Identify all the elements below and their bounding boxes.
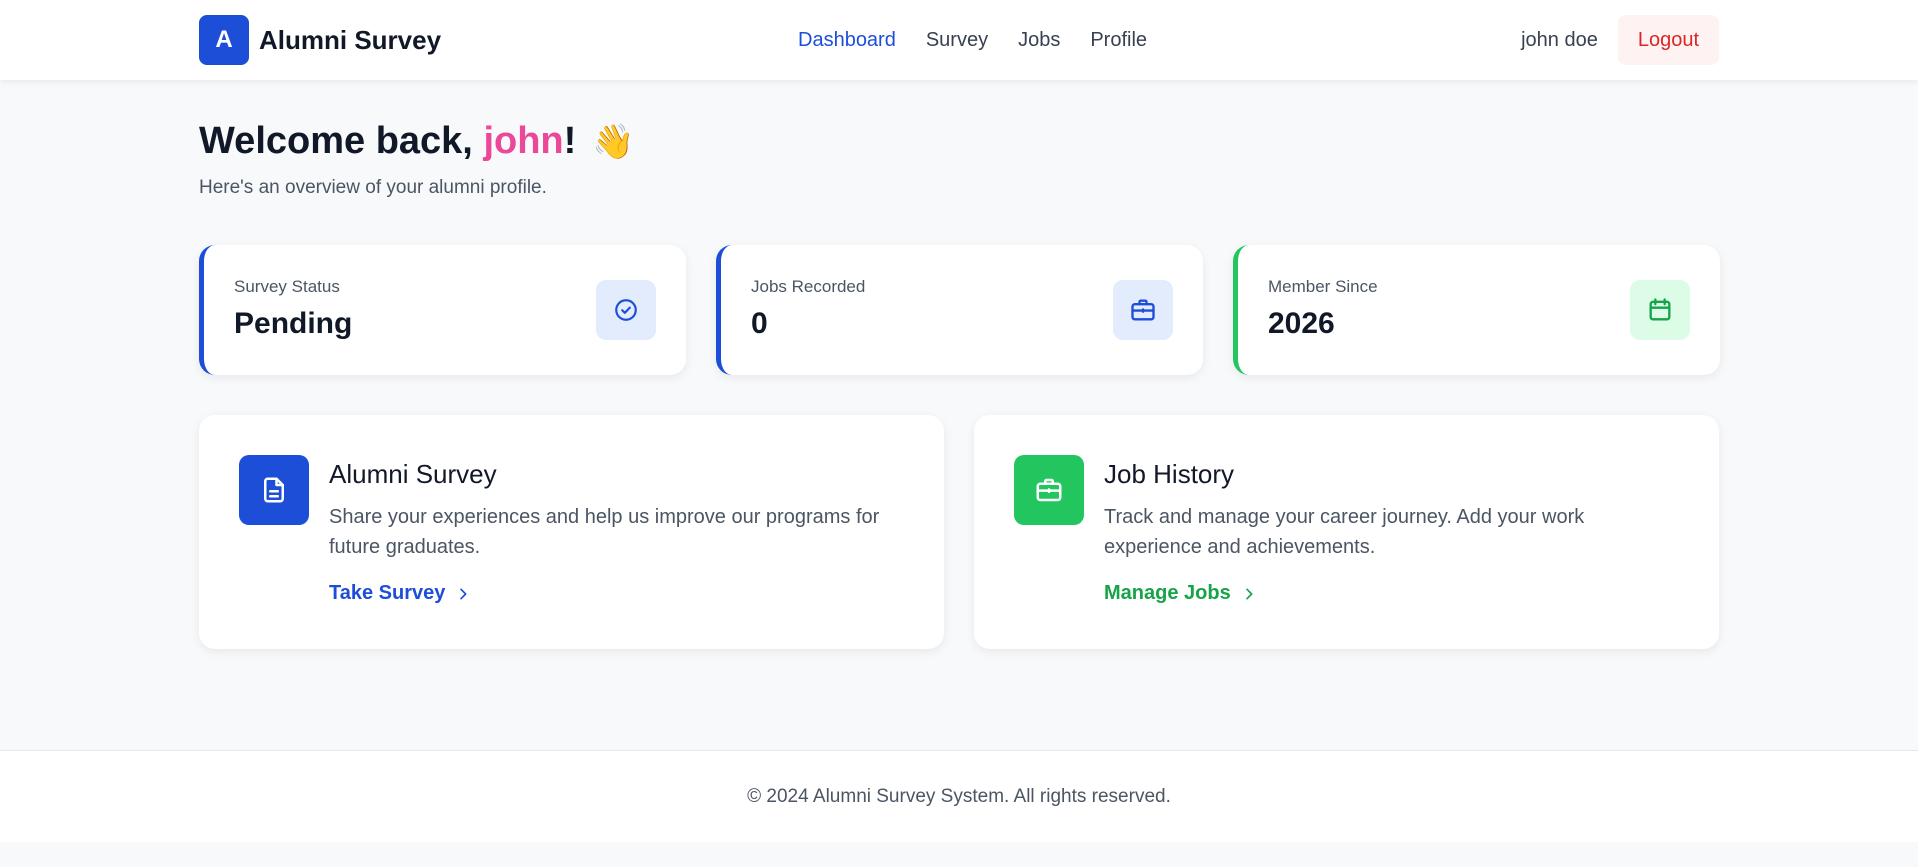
chevron-right-icon	[460, 588, 467, 599]
welcome-section: Welcome back, john! 👋 Here's an overview…	[199, 120, 635, 199]
footer-copyright: © 2024 Alumni Survey System. All rights …	[747, 785, 1171, 807]
job-history-card: Job History Track and manage your career…	[974, 415, 1719, 649]
main-nav: Dashboard Survey Jobs Profile	[798, 0, 1147, 80]
page-subtitle: Here's an overview of your alumni profil…	[199, 177, 547, 198]
link-label: Take Survey	[329, 582, 446, 604]
footer: © 2024 Alumni Survey System. All rights …	[0, 750, 1918, 842]
stat-card-survey-status: Survey Status Pending	[199, 245, 686, 375]
stat-card-member-since: Member Since 2026	[1233, 245, 1720, 375]
chevron-right-icon	[1245, 588, 1253, 599]
waving-hand-icon: 👋	[592, 122, 635, 161]
nav-dashboard[interactable]: Dashboard	[798, 29, 896, 52]
welcome-prefix: Welcome back,	[199, 120, 484, 162]
take-survey-link[interactable]: Take Survey	[329, 582, 471, 605]
link-label: Manage Jobs	[1104, 582, 1231, 604]
stats-row: Survey Status Pending Jobs Recorded 0 Me…	[199, 245, 1720, 375]
card-title: Job History	[1104, 459, 1235, 489]
manage-jobs-link[interactable]: Manage Jobs	[1104, 582, 1257, 605]
top-navbar: A Alumni Survey Dashboard Survey Jobs Pr…	[0, 0, 1918, 80]
briefcase-icon	[1014, 455, 1084, 525]
nav-jobs[interactable]: Jobs	[1018, 29, 1060, 52]
brand-name: Alumni Survey	[259, 24, 442, 55]
user-name: john doe	[1521, 28, 1598, 51]
stat-card-jobs-recorded: Jobs Recorded 0	[716, 245, 1203, 375]
brand[interactable]: A Alumni Survey	[199, 15, 441, 65]
card-title: Alumni Survey	[329, 459, 497, 489]
card-description: Track and manage your career journey. Ad…	[1104, 506, 1585, 558]
welcome-suffix: !	[563, 120, 577, 162]
check-circle-icon	[596, 280, 656, 340]
alumni-survey-card: Alumni Survey Share your experiences and…	[199, 415, 944, 649]
briefcase-icon	[1113, 280, 1173, 340]
action-cards: Alumni Survey Share your experiences and…	[199, 415, 1719, 649]
page-title: Welcome back, john! 👋	[199, 120, 635, 163]
brand-logo: A	[199, 15, 249, 65]
nav-profile[interactable]: Profile	[1090, 29, 1147, 52]
logout-button[interactable]: Logout	[1617, 15, 1719, 65]
calendar-icon	[1630, 280, 1690, 340]
document-icon	[239, 455, 309, 525]
welcome-user-name: john	[483, 120, 564, 162]
user-area: john doe Logout	[1521, 15, 1719, 65]
card-description: Share your experiences and help us impro…	[329, 506, 880, 558]
nav-survey[interactable]: Survey	[926, 29, 988, 52]
